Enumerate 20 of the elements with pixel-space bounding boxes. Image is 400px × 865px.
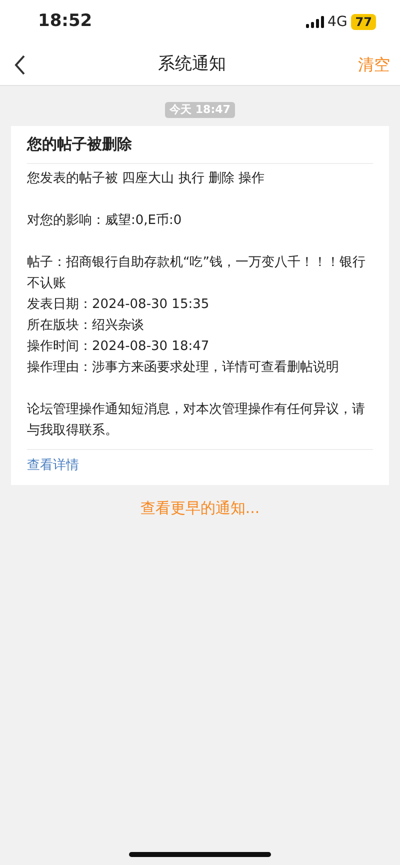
network-label: 4G: [328, 12, 348, 32]
signal-icon: [306, 16, 324, 28]
notice-text: 发表日期：2024-08-30 15:35: [27, 296, 210, 314]
earlier-notices-link[interactable]: 查看更早的通知...: [140, 497, 260, 520]
notice-text: 论坛管理操作通知短消息，对本次管理操作有任何异议，请与我取得联系。: [27, 400, 366, 440]
notice-text: 操作时间：2024-08-30 18:47: [27, 338, 210, 356]
details-link[interactable]: 查看详情: [27, 450, 79, 485]
clear-button[interactable]: 清空: [358, 52, 390, 76]
back-icon: [14, 55, 26, 76]
back-button[interactable]: [14, 52, 26, 76]
page-title: 系统通知: [158, 52, 226, 76]
notice-text: 帖子：招商银行自助存款机“吃”钱，一万变八千！！！银行不认账: [27, 254, 366, 292]
notice-text: 操作理由：涉事方来函要求处理，详情可查看删帖说明: [27, 358, 340, 376]
battery-level: 77: [351, 14, 376, 30]
notice-text: 对您的影响：威望:0,E币:0: [27, 212, 183, 230]
notice-title: 您的帖子被删除: [27, 126, 373, 164]
notice-text: 您发表的帖子被 四座大山 执行 删除 操作: [27, 170, 266, 188]
status-time: 18:52: [38, 10, 92, 34]
timestamp: 今天 18:47: [164, 102, 236, 118]
notice-text: 所在版块：绍兴杂谈: [27, 316, 145, 334]
